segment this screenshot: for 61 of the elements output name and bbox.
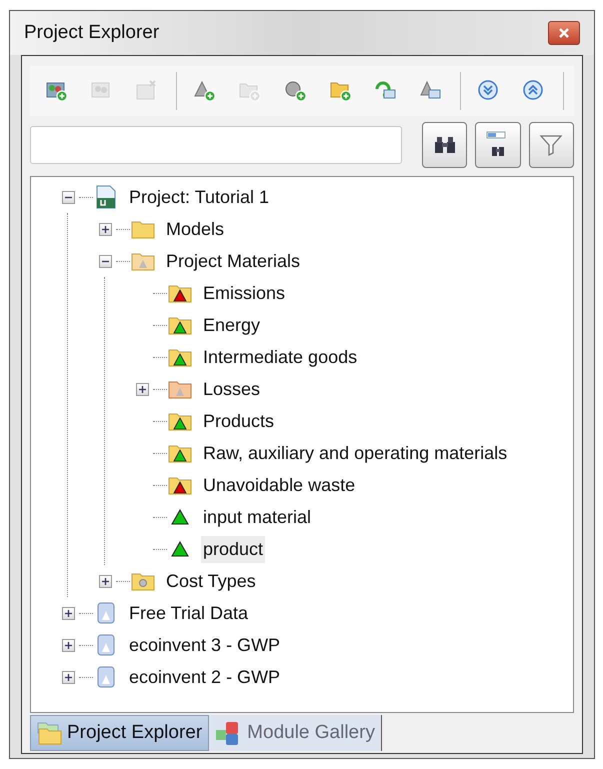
database-icon [96, 633, 116, 657]
project-file-icon [95, 185, 117, 209]
search-field[interactable] [30, 126, 402, 164]
folder-triangle-icon [168, 411, 192, 431]
plus-icon [64, 608, 72, 618]
coin-add-icon [284, 79, 308, 103]
tab[interactable]: Project Explorer [30, 715, 210, 751]
tree-item[interactable]: ecoinvent 2 - GWP [127, 664, 282, 690]
folder-triangle-icon [168, 379, 192, 399]
folder-icon [37, 721, 63, 745]
tree-item[interactable]: Unavoidable waste [201, 472, 358, 498]
tree-item[interactable]: Intermediate goods [201, 344, 360, 370]
folder-triangle-icon [168, 283, 192, 303]
toolbar-separator [460, 72, 461, 110]
plus-icon [100, 224, 110, 234]
tree-item[interactable]: product [201, 536, 266, 562]
folder-triangle-icon [168, 443, 192, 463]
toolbar-separator [563, 72, 564, 110]
triangle-icon [170, 508, 190, 526]
tree-item[interactable]: Models [164, 216, 226, 242]
window-title: Project Explorer [24, 20, 160, 45]
plus-icon [138, 384, 146, 394]
triangle-add-icon [193, 79, 218, 103]
database-icon [96, 665, 116, 689]
expand-toggle[interactable] [136, 382, 148, 396]
toolbar-separator [176, 72, 177, 110]
close-button[interactable] [548, 21, 580, 45]
tree-item[interactable]: Losses [201, 376, 262, 402]
triangle-icon [170, 540, 190, 558]
tree-item[interactable]: input material [201, 504, 314, 530]
tree-item[interactable]: Emissions [201, 280, 288, 306]
expand-toggle[interactable] [62, 606, 74, 620]
folder-icon [131, 219, 155, 239]
expand-toggle[interactable] [62, 670, 74, 684]
collapse-toggle[interactable] [62, 190, 74, 204]
folder-triangle-icon [168, 347, 192, 367]
tree-item[interactable]: ecoinvent 3 - GWP [127, 632, 282, 658]
folder-triangle-icon [131, 251, 155, 271]
tree-item[interactable]: Project: Tutorial 1 [127, 184, 272, 210]
tree-item[interactable]: Cost Types [164, 568, 258, 594]
tree-item[interactable]: Free Trial Data [127, 600, 250, 626]
tab[interactable]: Module Gallery [209, 715, 382, 751]
tree-item[interactable]: Raw, auxiliary and operating materials [201, 440, 510, 466]
close-icon [558, 27, 570, 39]
plus-icon [64, 640, 72, 650]
plus-icon [100, 576, 110, 586]
collapse-toggle[interactable] [98, 254, 112, 268]
tree-item[interactable]: Project Materials [164, 248, 302, 274]
expand-toggle[interactable] [98, 574, 112, 588]
expand-toggle[interactable] [98, 222, 112, 236]
plus-icon [64, 672, 72, 682]
tree-item[interactable]: Energy [201, 312, 262, 338]
search-tool-button[interactable] [422, 122, 468, 168]
expand-toggle[interactable] [62, 638, 74, 652]
filter-icon [539, 133, 564, 157]
database-icon [96, 601, 116, 625]
search-tool-button[interactable] [475, 122, 521, 168]
folder-triangle-icon [168, 475, 192, 495]
binoculars-icon [432, 134, 457, 156]
tree-item[interactable]: Products [201, 408, 276, 434]
folder-triangle-icon [168, 315, 192, 335]
